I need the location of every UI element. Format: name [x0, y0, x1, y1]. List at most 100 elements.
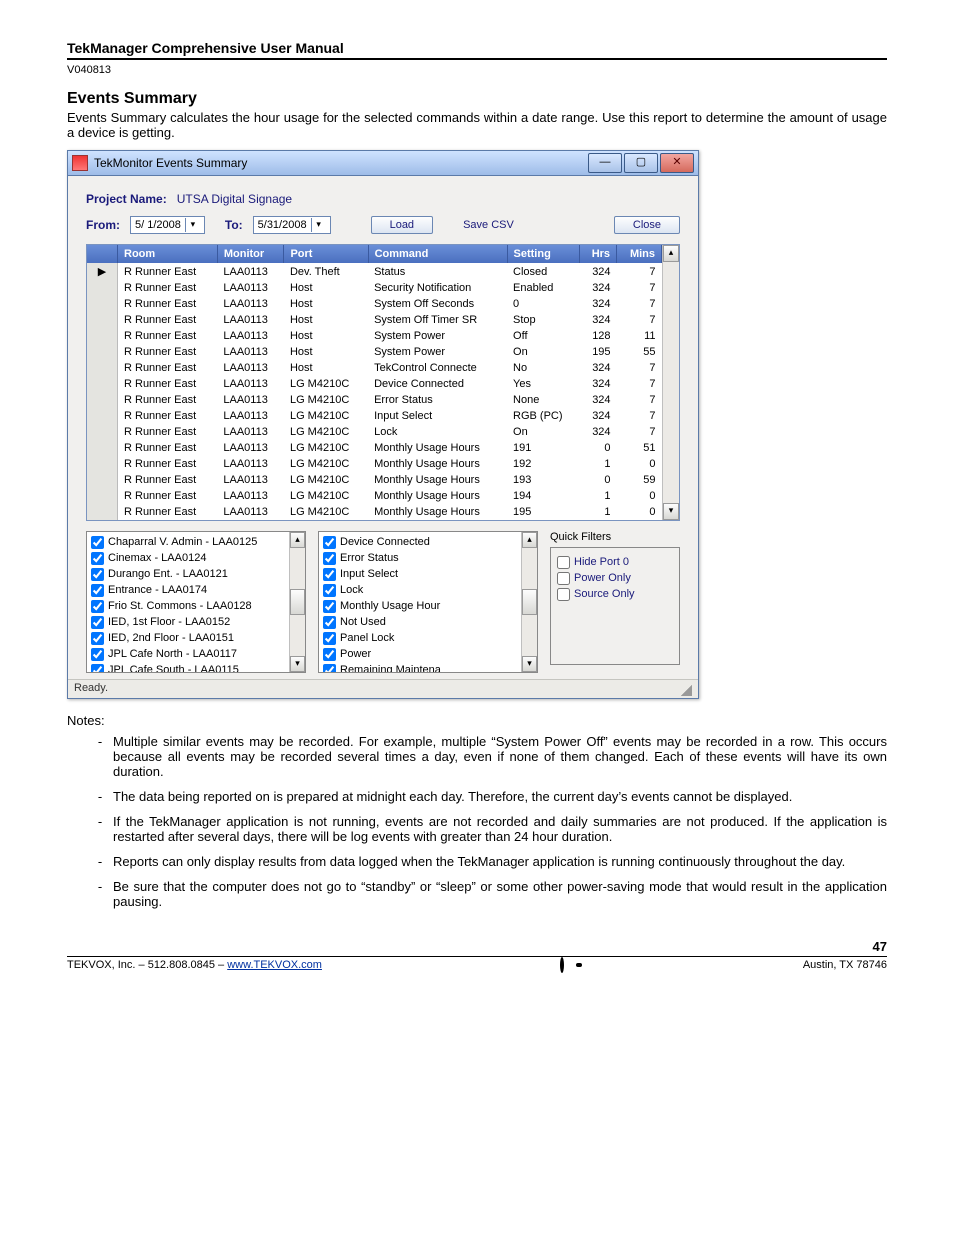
table-row[interactable]: R Runner EastLAA0113HostSystem Off Secon…	[87, 296, 662, 312]
table-row[interactable]: R Runner EastLAA0113HostSecurity Notific…	[87, 280, 662, 296]
list-item[interactable]: Source Only	[557, 586, 673, 602]
table-row[interactable]: R Runner EastLAA0113HostSystem PowerOff1…	[87, 328, 662, 344]
checkbox[interactable]	[91, 552, 104, 565]
list-item[interactable]: Panel Lock	[323, 630, 517, 646]
checkbox[interactable]	[323, 632, 336, 645]
list-item[interactable]: Frio St. Commons - LAA0128	[91, 598, 285, 614]
table-row[interactable]: R Runner EastLAA0113LG M4210CError Statu…	[87, 392, 662, 408]
checkbox[interactable]	[323, 600, 336, 613]
row-selector[interactable]	[87, 456, 118, 472]
scroll-down-icon[interactable]: ▾	[290, 656, 305, 672]
row-selector[interactable]	[87, 376, 118, 392]
table-row[interactable]: R Runner EastLAA0113LG M4210CDevice Conn…	[87, 376, 662, 392]
table-row[interactable]: R Runner EastLAA0113LG M4210CMonthly Usa…	[87, 440, 662, 456]
row-selector[interactable]: ▶	[87, 263, 118, 280]
checkbox[interactable]	[323, 568, 336, 581]
table-row[interactable]: R Runner EastLAA0113LG M4210CLockOn3247	[87, 424, 662, 440]
col-monitor[interactable]: Monitor	[217, 245, 284, 263]
events-grid[interactable]: Room Monitor Port Command Setting Hrs Mi…	[86, 244, 680, 521]
list-item[interactable]: JPL Cafe South - LAA0115	[91, 662, 285, 672]
rooms-filter-list[interactable]: Chaparral V. Admin - LAA0125Cinemax - LA…	[86, 531, 306, 673]
row-selector[interactable]	[87, 312, 118, 328]
col-hrs[interactable]: Hrs	[580, 245, 617, 263]
checkbox[interactable]	[557, 556, 570, 569]
checkbox[interactable]	[91, 584, 104, 597]
maximize-button[interactable]: ▢	[624, 153, 658, 173]
save-csv-button[interactable]: Save CSV	[463, 219, 514, 231]
table-row[interactable]: R Runner EastLAA0113LG M4210CMonthly Usa…	[87, 472, 662, 488]
list-item[interactable]: Power	[323, 646, 517, 662]
col-port[interactable]: Port	[284, 245, 368, 263]
table-row[interactable]: R Runner EastLAA0113HostSystem Off Timer…	[87, 312, 662, 328]
row-selector[interactable]	[87, 440, 118, 456]
checkbox[interactable]	[557, 588, 570, 601]
list-item[interactable]: JPL Cafe North - LAA0117	[91, 646, 285, 662]
col-mins[interactable]: Mins	[617, 245, 662, 263]
checkbox[interactable]	[323, 648, 336, 661]
close-button[interactable]: Close	[614, 216, 680, 234]
row-selector[interactable]	[87, 472, 118, 488]
chevron-down-icon[interactable]: ▾	[185, 218, 200, 232]
scroll-up-icon[interactable]: ▴	[522, 532, 537, 548]
scroll-up-icon[interactable]: ▴	[290, 532, 305, 548]
list-item[interactable]: IED, 2nd Floor - LAA0151	[91, 630, 285, 646]
table-row[interactable]: R Runner EastLAA0113LG M4210CMonthly Usa…	[87, 488, 662, 504]
cmds-scrollbar[interactable]: ▴ ▾	[521, 532, 537, 672]
row-selector[interactable]	[87, 504, 118, 520]
list-item[interactable]: Error Status	[323, 550, 517, 566]
table-row[interactable]: R Runner EastLAA0113LG M4210CMonthly Usa…	[87, 456, 662, 472]
scroll-up-icon[interactable]: ▴	[663, 245, 679, 262]
checkbox[interactable]	[91, 600, 104, 613]
minimize-button[interactable]: —	[588, 153, 622, 173]
footer-link[interactable]: www.TEKVOX.com	[227, 959, 322, 971]
grid-scrollbar[interactable]: ▴ ▾	[662, 245, 679, 520]
list-item[interactable]: Chaparral V. Admin - LAA0125	[91, 534, 285, 550]
list-item[interactable]: Lock	[323, 582, 517, 598]
row-selector[interactable]	[87, 424, 118, 440]
row-selector[interactable]	[87, 488, 118, 504]
list-item[interactable]: Cinemax - LAA0124	[91, 550, 285, 566]
list-item[interactable]: Not Used	[323, 614, 517, 630]
scroll-down-icon[interactable]: ▾	[522, 656, 537, 672]
checkbox[interactable]	[91, 536, 104, 549]
checkbox[interactable]	[91, 648, 104, 661]
list-item[interactable]: Hide Port 0	[557, 554, 673, 570]
scroll-down-icon[interactable]: ▾	[663, 503, 679, 520]
list-item[interactable]: Entrance - LAA0174	[91, 582, 285, 598]
load-button[interactable]: Load	[371, 216, 433, 234]
col-setting[interactable]: Setting	[507, 245, 580, 263]
list-item[interactable]: Power Only	[557, 570, 673, 586]
row-selector[interactable]	[87, 360, 118, 376]
checkbox[interactable]	[91, 632, 104, 645]
row-selector[interactable]	[87, 328, 118, 344]
list-item[interactable]: Remaining Maintena	[323, 662, 517, 672]
table-row[interactable]: ▶R Runner EastLAA0113Dev. TheftStatusClo…	[87, 263, 662, 280]
row-selector[interactable]	[87, 296, 118, 312]
to-date-picker[interactable]: 5/31/2008 ▾	[253, 216, 331, 234]
table-row[interactable]: R Runner EastLAA0113LG M4210CMonthly Usa…	[87, 504, 662, 520]
row-selector[interactable]	[87, 408, 118, 424]
table-row[interactable]: R Runner EastLAA0113LG M4210CInput Selec…	[87, 408, 662, 424]
row-selector[interactable]	[87, 344, 118, 360]
scroll-thumb[interactable]	[522, 589, 537, 615]
scroll-thumb[interactable]	[290, 589, 305, 615]
table-row[interactable]: R Runner EastLAA0113HostTekControl Conne…	[87, 360, 662, 376]
list-item[interactable]: Durango Ent. - LAA0121	[91, 566, 285, 582]
list-item[interactable]: Input Select	[323, 566, 517, 582]
checkbox[interactable]	[323, 552, 336, 565]
checkbox[interactable]	[323, 616, 336, 629]
chevron-down-icon[interactable]: ▾	[311, 218, 326, 232]
rooms-scrollbar[interactable]: ▴ ▾	[289, 532, 305, 672]
checkbox[interactable]	[323, 584, 336, 597]
col-command[interactable]: Command	[368, 245, 507, 263]
col-room[interactable]: Room	[118, 245, 218, 263]
row-selector[interactable]	[87, 280, 118, 296]
checkbox[interactable]	[323, 536, 336, 549]
window-close-button[interactable]: ✕	[660, 153, 694, 173]
resize-grip-icon[interactable]	[678, 682, 692, 696]
list-item[interactable]: Monthly Usage Hour	[323, 598, 517, 614]
checkbox[interactable]	[91, 616, 104, 629]
checkbox[interactable]	[91, 664, 104, 673]
list-item[interactable]: Device Connected	[323, 534, 517, 550]
from-date-picker[interactable]: 5/ 1/2008 ▾	[130, 216, 205, 234]
